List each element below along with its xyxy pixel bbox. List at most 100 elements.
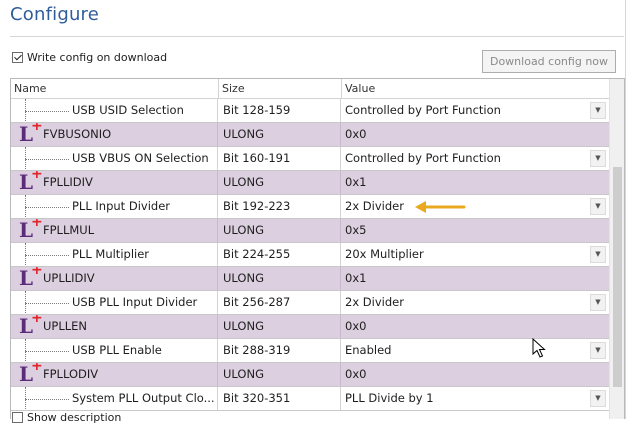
register-icon-plus: + bbox=[31, 363, 43, 374]
name-cell: System PLL Output Clo... bbox=[11, 387, 218, 410]
register-icon: L + bbox=[17, 315, 43, 338]
name-cell: USB PLL Enable bbox=[11, 339, 218, 362]
value-cell[interactable]: 0x5 bbox=[342, 219, 609, 242]
value-dropdown[interactable]: Controlled by Port Function ▼ bbox=[342, 99, 609, 122]
value-text: 0x1 bbox=[345, 271, 367, 285]
panel-edge bbox=[625, 0, 626, 419]
register-icon-plus: + bbox=[31, 267, 43, 278]
value-text: 20x Multiplier bbox=[345, 247, 424, 261]
size-cell: ULONG bbox=[219, 315, 341, 338]
field-name: System PLL Output Clo... bbox=[72, 391, 215, 405]
tree-connector bbox=[25, 111, 69, 112]
size-cell: Bit 128-159 bbox=[219, 99, 341, 122]
register-row[interactable]: L + FVBUSONIO ULONG 0x0 bbox=[11, 123, 609, 147]
chevron-down-icon[interactable]: ▼ bbox=[590, 390, 606, 407]
vertical-scrollbar[interactable] bbox=[609, 79, 624, 419]
register-row[interactable]: L + UPLLIDIV ULONG 0x1 bbox=[11, 267, 609, 291]
value-text: 2x Divider bbox=[345, 199, 404, 213]
show-description-option[interactable]: Show description bbox=[12, 411, 121, 424]
name-cell: PLL Input Divider bbox=[11, 195, 218, 218]
field-name: PLL Input Divider bbox=[72, 199, 170, 213]
field-name: USB USID Selection bbox=[72, 103, 184, 117]
size-cell: Bit 224-255 bbox=[219, 243, 341, 266]
field-row[interactable]: PLL Input Divider Bit 192-223 2x Divider ▼ bbox=[11, 195, 609, 219]
size-cell: Bit 160-191 bbox=[219, 147, 341, 170]
column-header-name[interactable]: Name bbox=[11, 79, 219, 98]
name-cell: PLL Multiplier bbox=[11, 243, 218, 266]
column-header-value[interactable]: Value bbox=[342, 79, 609, 98]
write-config-option[interactable]: Write config on download bbox=[12, 51, 167, 64]
register-row[interactable]: L + FPLLODIV ULONG 0x0 bbox=[11, 363, 609, 387]
size-cell: ULONG bbox=[219, 363, 341, 386]
register-icon-plus: + bbox=[31, 219, 43, 230]
grid-rows: USB USID Selection Bit 128-159 Controlled … bbox=[11, 99, 609, 411]
register-name: FPLLIDIV bbox=[43, 175, 93, 189]
column-header-size[interactable]: Size bbox=[219, 79, 342, 98]
value-cell[interactable]: 0x1 bbox=[342, 171, 609, 194]
scrollbar-thumb[interactable] bbox=[613, 167, 622, 387]
field-name: USB PLL Enable bbox=[72, 343, 162, 357]
size-cell: Bit 320-351 bbox=[219, 387, 341, 410]
value-cell[interactable]: 0x0 bbox=[342, 123, 609, 146]
download-config-button[interactable]: Download config now bbox=[482, 50, 616, 73]
name-cell: USB PLL Input Divider bbox=[11, 291, 218, 314]
size-cell: Bit 288-319 bbox=[219, 339, 341, 362]
mouse-pointer-icon bbox=[532, 338, 546, 358]
chevron-down-icon[interactable]: ▼ bbox=[590, 294, 606, 311]
field-name: USB VBUS ON Selection bbox=[72, 151, 209, 165]
register-name: FPLLMUL bbox=[43, 223, 95, 237]
register-row[interactable]: L + FPLLMUL ULONG 0x5 bbox=[11, 219, 609, 243]
size-cell: Bit 192-223 bbox=[219, 195, 341, 218]
value-dropdown[interactable]: 2x Divider ▼ bbox=[342, 291, 609, 314]
write-config-checkbox[interactable] bbox=[12, 52, 23, 63]
name-cell: L + FVBUSONIO bbox=[11, 123, 218, 146]
arrow-left-icon bbox=[415, 201, 466, 213]
value-text: 0x0 bbox=[345, 127, 367, 141]
chevron-down-icon[interactable]: ▼ bbox=[590, 102, 606, 119]
field-row[interactable]: System PLL Output Clo... Bit 320-351 PLL D… bbox=[11, 387, 609, 411]
name-cell: USB VBUS ON Selection bbox=[11, 147, 218, 170]
size-cell: ULONG bbox=[219, 267, 341, 290]
field-row[interactable]: USB USID Selection Bit 128-159 Controlled … bbox=[11, 99, 609, 123]
tree-connector bbox=[25, 303, 69, 304]
write-config-label: Write config on download bbox=[27, 51, 168, 64]
value-dropdown[interactable]: Enabled ▼ bbox=[342, 339, 609, 362]
register-icon: L + bbox=[17, 267, 43, 290]
name-cell: USB USID Selection bbox=[11, 99, 218, 122]
field-row[interactable]: USB PLL Enable Bit 288-319 Enabled ▼ bbox=[11, 339, 609, 363]
value-cell[interactable]: 0x0 bbox=[342, 315, 609, 338]
value-dropdown[interactable]: PLL Divide by 1 ▼ bbox=[342, 387, 609, 410]
register-icon-plus: + bbox=[31, 315, 43, 326]
register-row[interactable]: L + FPLLIDIV ULONG 0x1 bbox=[11, 171, 609, 195]
tree-connector bbox=[25, 351, 69, 352]
title-divider bbox=[10, 36, 624, 37]
size-cell: ULONG bbox=[219, 123, 341, 146]
name-cell: L + FPLLMUL bbox=[11, 219, 218, 242]
register-name: UPLLEN bbox=[43, 319, 88, 333]
value-text: 0x5 bbox=[345, 223, 367, 237]
register-icon: L + bbox=[17, 219, 43, 242]
value-dropdown[interactable]: Controlled by Port Function ▼ bbox=[342, 147, 609, 170]
field-row[interactable]: USB VBUS ON Selection Bit 160-191 Controll… bbox=[11, 147, 609, 171]
chevron-down-icon[interactable]: ▼ bbox=[590, 150, 606, 167]
chevron-down-icon[interactable]: ▼ bbox=[590, 342, 606, 359]
register-icon: L + bbox=[17, 123, 43, 146]
field-row[interactable]: PLL Multiplier Bit 224-255 20x Multiplier ▼ bbox=[11, 243, 609, 267]
value-text: 0x0 bbox=[345, 319, 367, 333]
value-cell[interactable]: 0x1 bbox=[342, 267, 609, 290]
value-dropdown[interactable]: 20x Multiplier ▼ bbox=[342, 243, 609, 266]
register-icon: L + bbox=[17, 363, 43, 386]
grid-header: Name Size Value bbox=[11, 79, 609, 99]
value-cell[interactable]: 0x0 bbox=[342, 363, 609, 386]
chevron-down-icon[interactable]: ▼ bbox=[590, 198, 606, 215]
chevron-down-icon[interactable]: ▼ bbox=[590, 246, 606, 263]
value-dropdown[interactable]: 2x Divider ▼ bbox=[342, 195, 609, 218]
field-row[interactable]: USB PLL Input Divider Bit 256-287 2x Divid… bbox=[11, 291, 609, 315]
show-description-checkbox[interactable] bbox=[12, 412, 23, 423]
value-text: 0x0 bbox=[345, 367, 367, 381]
register-row[interactable]: L + UPLLEN ULONG 0x0 bbox=[11, 315, 609, 339]
page-title: Configure bbox=[10, 4, 100, 25]
value-text: Controlled by Port Function bbox=[345, 103, 501, 117]
register-name: FVBUSONIO bbox=[43, 127, 112, 141]
tree-connector bbox=[25, 255, 69, 256]
